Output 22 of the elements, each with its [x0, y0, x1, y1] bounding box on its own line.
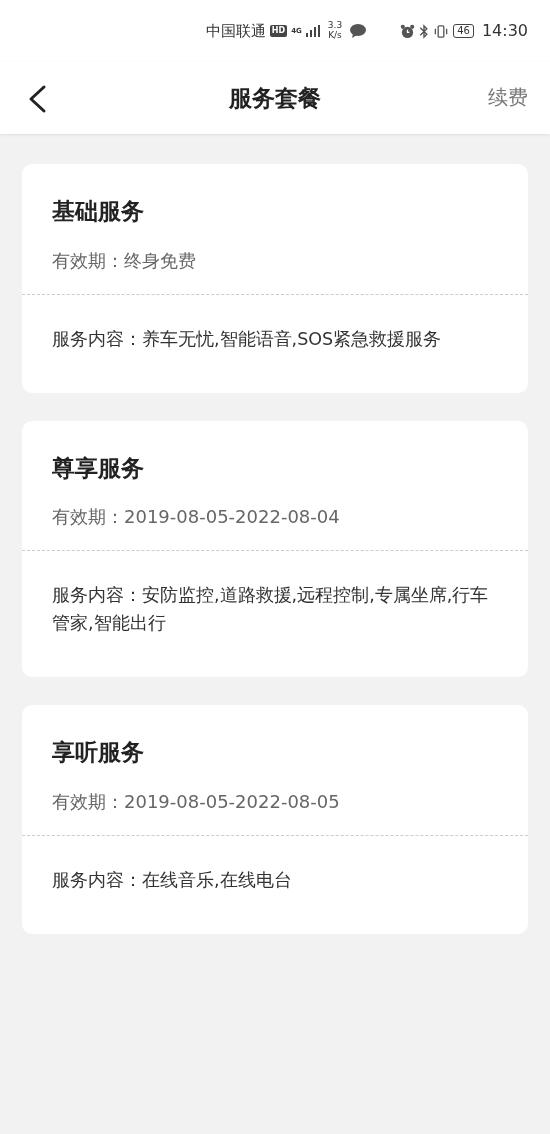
- hd-badge: HD: [269, 25, 288, 37]
- signal-icon: [305, 25, 320, 37]
- package-name: 尊享服务: [52, 453, 145, 483]
- bluetooth-icon: [419, 23, 430, 39]
- battery-level: 46: [453, 24, 474, 38]
- message-icon: [350, 24, 367, 38]
- service-content-text: 服务内容：在线音乐,在线电台: [51, 868, 293, 892]
- service-content-text: 服务内容：安防监控,道路救援,远程控制,专属坐席,行车管家,智能出行: [51, 584, 490, 635]
- carrier-name: 中国联通: [205, 20, 266, 42]
- alarm-icon: [400, 23, 416, 39]
- page-title: 服务套餐: [229, 83, 321, 113]
- service-content-text: 服务内容：养车无忧,智能语音,SOS紧急救援服务: [51, 327, 443, 351]
- clock-time: 14:30: [481, 20, 528, 42]
- package-name: 基础服务: [52, 197, 145, 226]
- vibrate-icon: [433, 23, 450, 39]
- renew-link[interactable]: 续费: [488, 82, 528, 112]
- validity-text: 有效期：2019-08-05-2022-08-05: [52, 789, 341, 814]
- validity-text: 有效期：2019-08-05-2022-08-04: [52, 505, 341, 529]
- speed-value: 3.3: [327, 21, 343, 31]
- speed-unit: K/s: [327, 31, 343, 41]
- validity-text: 有效期：终身免费: [52, 248, 197, 273]
- package-name: 享听服务: [52, 738, 145, 767]
